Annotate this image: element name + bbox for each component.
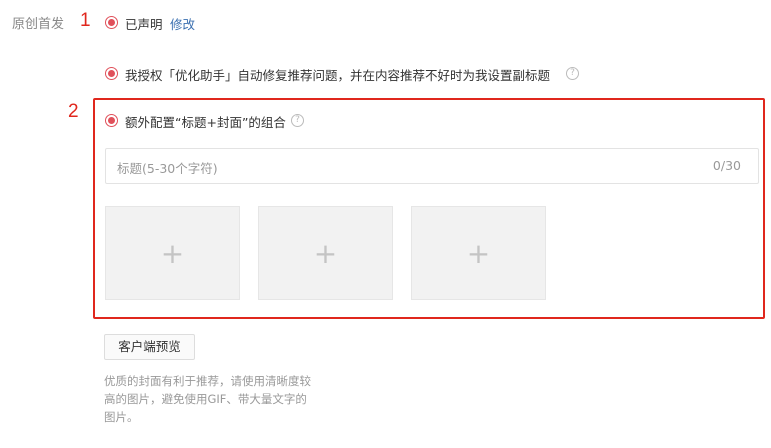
cover-upload-slot-3[interactable]: + [411, 206, 546, 300]
title-input[interactable]: 标题(5-30个字符) 0/30 [105, 148, 759, 184]
client-preview-button[interactable]: 客户端预览 [104, 334, 195, 360]
hint-line-1: 优质的封面有利于推荐，请使用清晰度较 [104, 374, 311, 388]
hint-line-3: 图片。 [104, 410, 139, 424]
edit-declaration-link[interactable]: 修改 [170, 14, 195, 33]
plus-icon: + [160, 237, 185, 270]
declared-label: 已声明 [125, 17, 163, 32]
declared-row[interactable]: 已声明 修改 [105, 14, 215, 32]
cover-upload-slot-2[interactable]: + [258, 206, 393, 300]
cover-upload-slot-1[interactable]: + [105, 206, 240, 300]
plus-icon: + [313, 237, 338, 270]
authorize-help-icon[interactable]: ? [566, 67, 579, 80]
declared-radio[interactable] [105, 16, 118, 29]
cover-hint-text: 优质的封面有利于推荐，请使用清晰度较 高的图片，避免使用GIF、带大量文字的 图… [104, 372, 354, 426]
annotation-number-2: 2 [68, 101, 79, 122]
extra-config-label: 额外配置“标题+封面”的组合 [125, 115, 286, 130]
extra-config-help-icon[interactable]: ? [291, 114, 304, 127]
extra-config-row[interactable]: 额外配置“标题+封面”的组合 ? [105, 112, 315, 130]
plus-icon: + [466, 237, 491, 270]
extra-config-radio[interactable] [105, 114, 118, 127]
hint-line-2: 高的图片，避免使用GIF、带大量文字的 [104, 392, 307, 406]
authorize-row[interactable]: 我授权「优化助手」自动修复推荐问题，并在内容推荐不好时为我设置副标题 ? [105, 65, 585, 83]
annotation-number-1: 1 [80, 10, 91, 31]
authorize-radio[interactable] [105, 67, 118, 80]
section-label: 原创首发 [12, 17, 65, 32]
title-input-placeholder: 标题(5-30个字符) [117, 161, 218, 176]
authorize-label: 我授权「优化助手」自动修复推荐问题，并在内容推荐不好时为我设置副标题 [125, 68, 551, 83]
title-char-counter: 0/30 [712, 158, 741, 173]
